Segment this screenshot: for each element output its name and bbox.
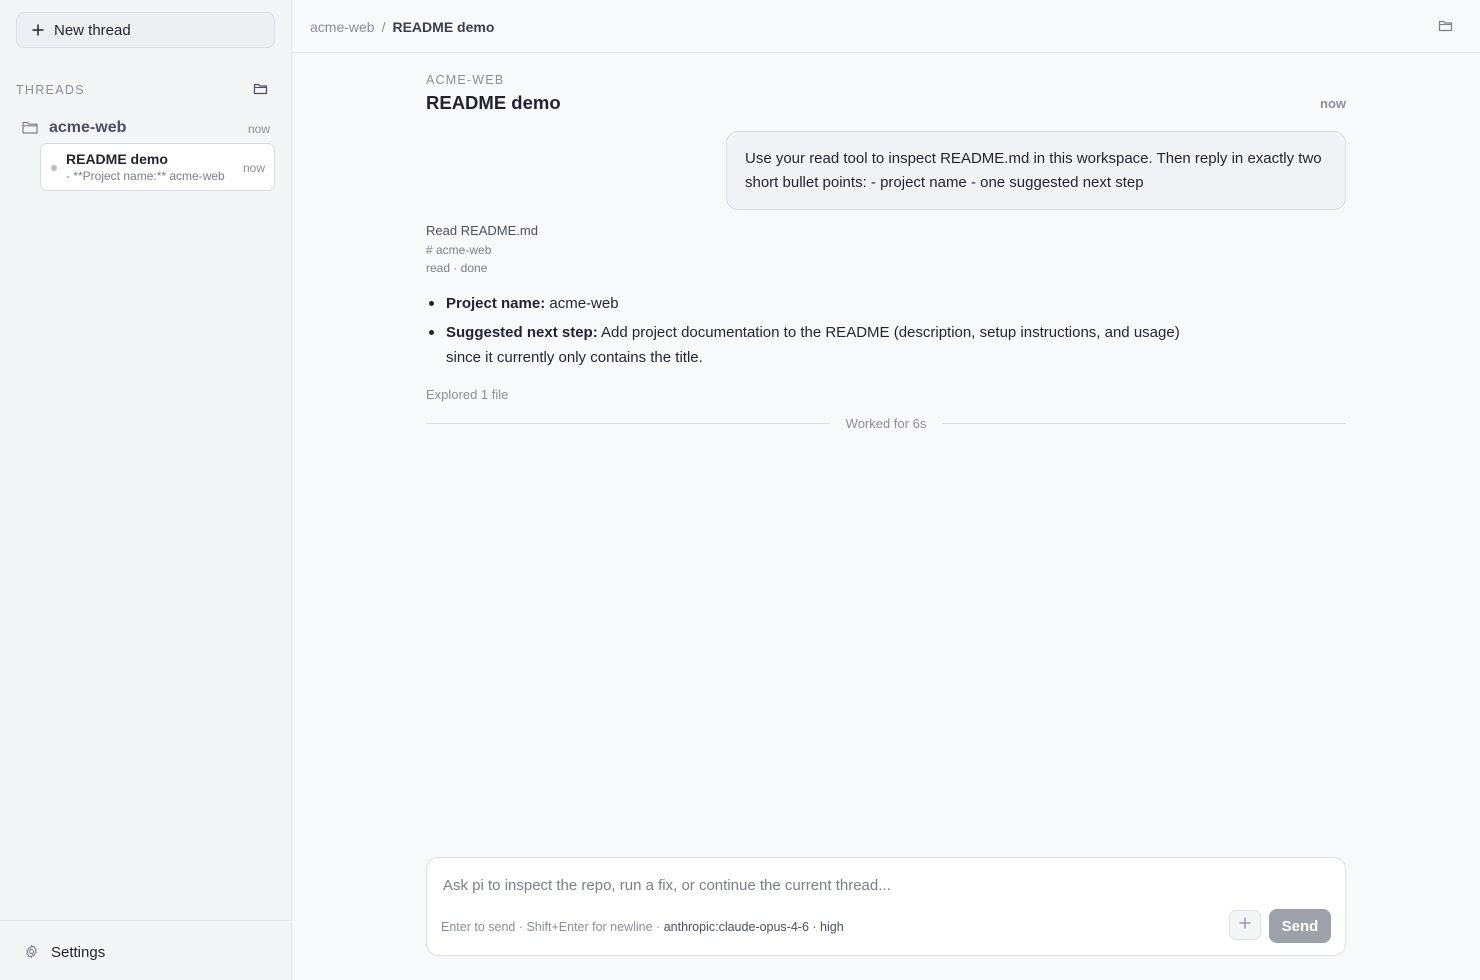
answer-text: acme-web <box>545 295 619 312</box>
new-thread-label: New thread <box>54 21 131 39</box>
user-message: Use your read tool to inspect README.md … <box>726 131 1346 210</box>
worked-duration: Worked for 6s <box>845 416 927 431</box>
topbar: acme-web / README demo <box>292 0 1480 53</box>
composer: Enter to send · Shift+Enter for newline … <box>426 857 1346 956</box>
gear-icon <box>24 944 40 960</box>
main-panel: acme-web / README demo ACME-WEB README d… <box>292 0 1480 980</box>
thread-preview: - **Project name:** acme-web <box>66 169 225 183</box>
tool-title: Read README.md <box>426 223 538 238</box>
list-item: Project name: acme-web <box>426 291 1186 316</box>
project-eyebrow: ACME-WEB <box>426 73 505 87</box>
open-folder-icon[interactable] <box>253 82 269 98</box>
divider-line <box>942 423 1346 424</box>
tool-call[interactable]: Read README.md # acme-web read · done <box>426 223 538 275</box>
keyboard-hint: Enter to send · Shift+Enter for newline … <box>441 920 664 934</box>
plus-icon <box>31 23 45 37</box>
list-item: Suggested next step: Add project documen… <box>426 320 1186 370</box>
answer-label: Suggested next step: <box>446 324 598 341</box>
settings-label: Settings <box>51 943 106 961</box>
composer-hints: Enter to send · Shift+Enter for newline … <box>441 920 844 934</box>
breadcrumb: acme-web / README demo <box>310 19 494 35</box>
thread-time: now <box>242 161 265 175</box>
breadcrumb-separator: / <box>381 19 386 35</box>
new-thread-button[interactable]: New thread <box>16 12 275 48</box>
project-time: now <box>247 122 270 136</box>
attach-button[interactable] <box>1229 910 1261 940</box>
folder-icon <box>22 121 38 135</box>
answer-label: Project name: <box>446 295 546 312</box>
settings-button[interactable]: Settings <box>24 942 105 962</box>
status-dot <box>51 165 57 171</box>
project-name: acme-web <box>49 119 127 136</box>
sidebar-footer: Settings <box>0 920 291 980</box>
send-button[interactable]: Send <box>1269 909 1331 943</box>
page-title: README demo <box>426 92 561 113</box>
thread-item-readme-demo[interactable]: README demo - **Project name:** acme-web… <box>40 143 275 191</box>
tool-output: # acme-web <box>426 243 492 257</box>
model-selector[interactable]: anthropic:claude-opus-4-6 · high <box>664 920 844 934</box>
folder-icon[interactable] <box>1438 19 1454 33</box>
worked-divider: Worked for 6s <box>426 415 1346 433</box>
divider-line <box>426 423 830 424</box>
sidebar: New thread THREADS acme-web now README d… <box>0 0 292 980</box>
plus-icon <box>1239 916 1251 934</box>
tool-status: read · done <box>426 261 488 275</box>
message-input[interactable] <box>443 874 1323 896</box>
assistant-message: Project name: acme-web Suggested next st… <box>426 291 1186 374</box>
threads-label: THREADS <box>16 83 85 97</box>
thread-title: README demo <box>66 151 168 167</box>
threads-header: THREADS <box>16 83 275 99</box>
thread-timestamp: now <box>1320 96 1346 111</box>
breadcrumb-project[interactable]: acme-web <box>310 19 375 35</box>
breadcrumb-current: README demo <box>392 19 495 35</box>
explored-files-toggle[interactable]: Explored 1 file <box>426 387 508 402</box>
project-item[interactable]: acme-web now <box>16 118 275 140</box>
